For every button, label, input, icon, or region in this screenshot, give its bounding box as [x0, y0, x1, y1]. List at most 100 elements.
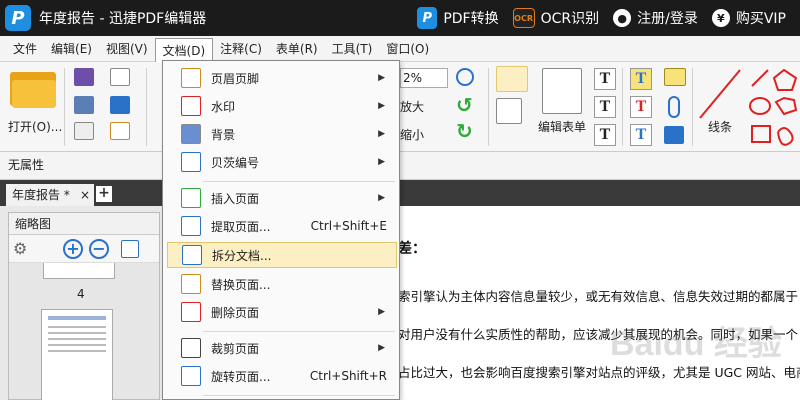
thumbnail-panel: 缩略图 ⚙ + − 4	[8, 212, 160, 400]
polygon-tool-icon	[774, 96, 798, 116]
baidu-watermark: Baidu 经验	[610, 325, 782, 363]
rotate-page-icon	[181, 366, 201, 386]
extract-page-icon	[181, 216, 201, 236]
menu-item-label: 插入页面	[211, 191, 260, 206]
login-label: 注册/登录	[637, 11, 698, 27]
menu-item-label: 水印	[211, 99, 236, 114]
split-document-icon	[182, 245, 202, 265]
page-thumbnail[interactable]	[43, 263, 115, 279]
submenu-arrow-icon: ▶	[378, 307, 385, 317]
export-icon[interactable]	[74, 122, 94, 140]
submenu-arrow-icon: ▶	[378, 343, 385, 353]
menu-window[interactable]: 窗口(O)	[379, 38, 436, 60]
user-icon: ●	[613, 9, 632, 27]
thumbnail-list[interactable]: 4	[9, 263, 159, 400]
line-tool-label[interactable]: 线条	[708, 118, 732, 135]
email-icon[interactable]	[110, 68, 130, 86]
arrow-tool-icon	[751, 69, 769, 87]
zoom-out-label[interactable]: 缩小	[400, 126, 424, 143]
menu-item-label: 提取页面...	[211, 219, 271, 234]
menu-item-watermark[interactable]: 水印 ▶	[167, 93, 397, 119]
open-button-label[interactable]: 打开(O)...	[8, 118, 62, 135]
print-icon[interactable]	[74, 96, 94, 114]
ellipse-tool-icon	[749, 97, 771, 115]
menu-item-replace-page[interactable]: 替换页面...	[167, 271, 397, 297]
menu-item-label: 贝茨编号	[211, 155, 260, 170]
menu-comment[interactable]: 注释(C)	[213, 38, 269, 60]
app-logo-icon: P	[5, 5, 31, 31]
ocr-icon: OCR	[512, 8, 535, 28]
title-bar: P 年度报告 - 迅捷PDF编辑器 P PDF转换 OCR OCR识别 ● 注册…	[0, 0, 800, 36]
menu-item-extract-page[interactable]: 提取页面... Ctrl+Shift+E	[167, 213, 397, 239]
line-tool-icon[interactable]	[698, 66, 742, 122]
document-tab-bar: 年度报告 * × +	[0, 180, 800, 206]
property-bar: 无属性	[0, 152, 800, 180]
crop-page-icon	[181, 338, 201, 358]
rotate-page-thumb-icon[interactable]	[121, 240, 139, 258]
shape-tools[interactable]	[748, 66, 800, 150]
edit-form-label[interactable]: 编辑表单	[538, 118, 586, 135]
buy-vip-label: 购买VIP	[735, 11, 786, 27]
add-form-icon[interactable]	[496, 98, 522, 124]
menu-file[interactable]: 文件	[6, 38, 44, 60]
document-heading: 差：	[398, 241, 426, 257]
menu-view[interactable]: 视图(V)	[99, 38, 155, 60]
menu-edit[interactable]: 编辑(E)	[44, 38, 99, 60]
underline-icon[interactable]: T	[630, 124, 652, 146]
ocr-label: OCR识别	[540, 11, 600, 27]
zoom-input[interactable]: 2%	[400, 68, 448, 88]
replace-page-icon	[181, 274, 201, 294]
menu-item-rotate-page[interactable]: 旋转页面... Ctrl+Shift+R	[167, 363, 397, 389]
menu-item-crop-page[interactable]: 裁剪页面 ▶	[167, 335, 397, 361]
text-area-icon[interactable]: T	[594, 124, 616, 146]
save-icon[interactable]	[74, 68, 94, 86]
strikethrough-icon[interactable]: T	[630, 96, 652, 118]
pentagon-tool-icon	[772, 68, 798, 91]
menu-item-label: 页眉页脚	[211, 71, 260, 86]
sound-icon[interactable]	[664, 126, 684, 144]
yen-icon: ¥	[711, 9, 730, 27]
login-button[interactable]: ● 注册/登录	[613, 8, 698, 28]
cloud-tool-icon	[777, 127, 794, 146]
pdf-convert-label: PDF转换	[443, 11, 499, 27]
shortcut-label: Ctrl+Shift+E	[310, 219, 387, 233]
text-field-icon[interactable]: T	[594, 68, 616, 90]
new-tab-button[interactable]: +	[96, 186, 112, 202]
rotate-left-icon[interactable]: ↺	[456, 95, 476, 115]
text-box-icon[interactable]: T	[594, 96, 616, 118]
scan-icon[interactable]	[110, 96, 130, 114]
select-tool-icon[interactable]	[496, 66, 528, 92]
page-number: 4	[77, 287, 85, 301]
thumb-zoom-in-button[interactable]: +	[63, 239, 83, 259]
bates-number-icon	[181, 152, 201, 172]
menu-item-delete-page[interactable]: 删除页面 ▶	[167, 299, 397, 325]
pdf-convert-button[interactable]: P PDF转换	[417, 7, 499, 29]
menu-item-background[interactable]: 背景 ▶	[167, 121, 397, 147]
gear-icon[interactable]: ⚙	[13, 240, 39, 258]
menu-item-label: 旋转页面...	[211, 369, 271, 384]
window-title: 年度报告 - 迅捷PDF编辑器	[39, 11, 207, 27]
menu-item-split-document[interactable]: 拆分文档...	[167, 242, 397, 268]
menu-item-header-footer[interactable]: 页眉页脚 ▶	[167, 65, 397, 91]
note-icon[interactable]	[664, 68, 686, 86]
ocr-button[interactable]: OCR OCR识别	[512, 8, 600, 28]
typewriter-icon[interactable]: T	[630, 68, 652, 90]
tab-annual-report[interactable]: 年度报告 * ×	[6, 184, 94, 206]
open-folder-icon[interactable]	[10, 68, 56, 108]
menu-tools[interactable]: 工具(T)	[325, 38, 380, 60]
edit-form-icon[interactable]	[542, 68, 582, 114]
menu-form[interactable]: 表单(R)	[269, 38, 325, 60]
buy-vip-button[interactable]: ¥ 购买VIP	[711, 8, 786, 28]
zoom-in-label[interactable]: 放大	[400, 98, 424, 115]
menu-item-insert-page[interactable]: 插入页面 ▶	[167, 185, 397, 211]
submenu-arrow-icon: ▶	[378, 157, 385, 167]
title-actions: P PDF转换 OCR OCR识别 ● 注册/登录 ¥ 购买VIP	[417, 0, 800, 36]
menu-item-bates-number[interactable]: 贝茨编号 ▶	[167, 149, 397, 175]
thumb-zoom-out-button[interactable]: −	[89, 239, 109, 259]
zoom-in-icon[interactable]	[456, 68, 474, 86]
tab-close-icon[interactable]: ×	[80, 184, 90, 206]
attachment-icon[interactable]	[668, 96, 680, 118]
page-thumbnail[interactable]	[41, 309, 113, 400]
rotate-right-icon[interactable]: ↻	[456, 121, 476, 141]
new-document-icon[interactable]	[110, 122, 130, 140]
